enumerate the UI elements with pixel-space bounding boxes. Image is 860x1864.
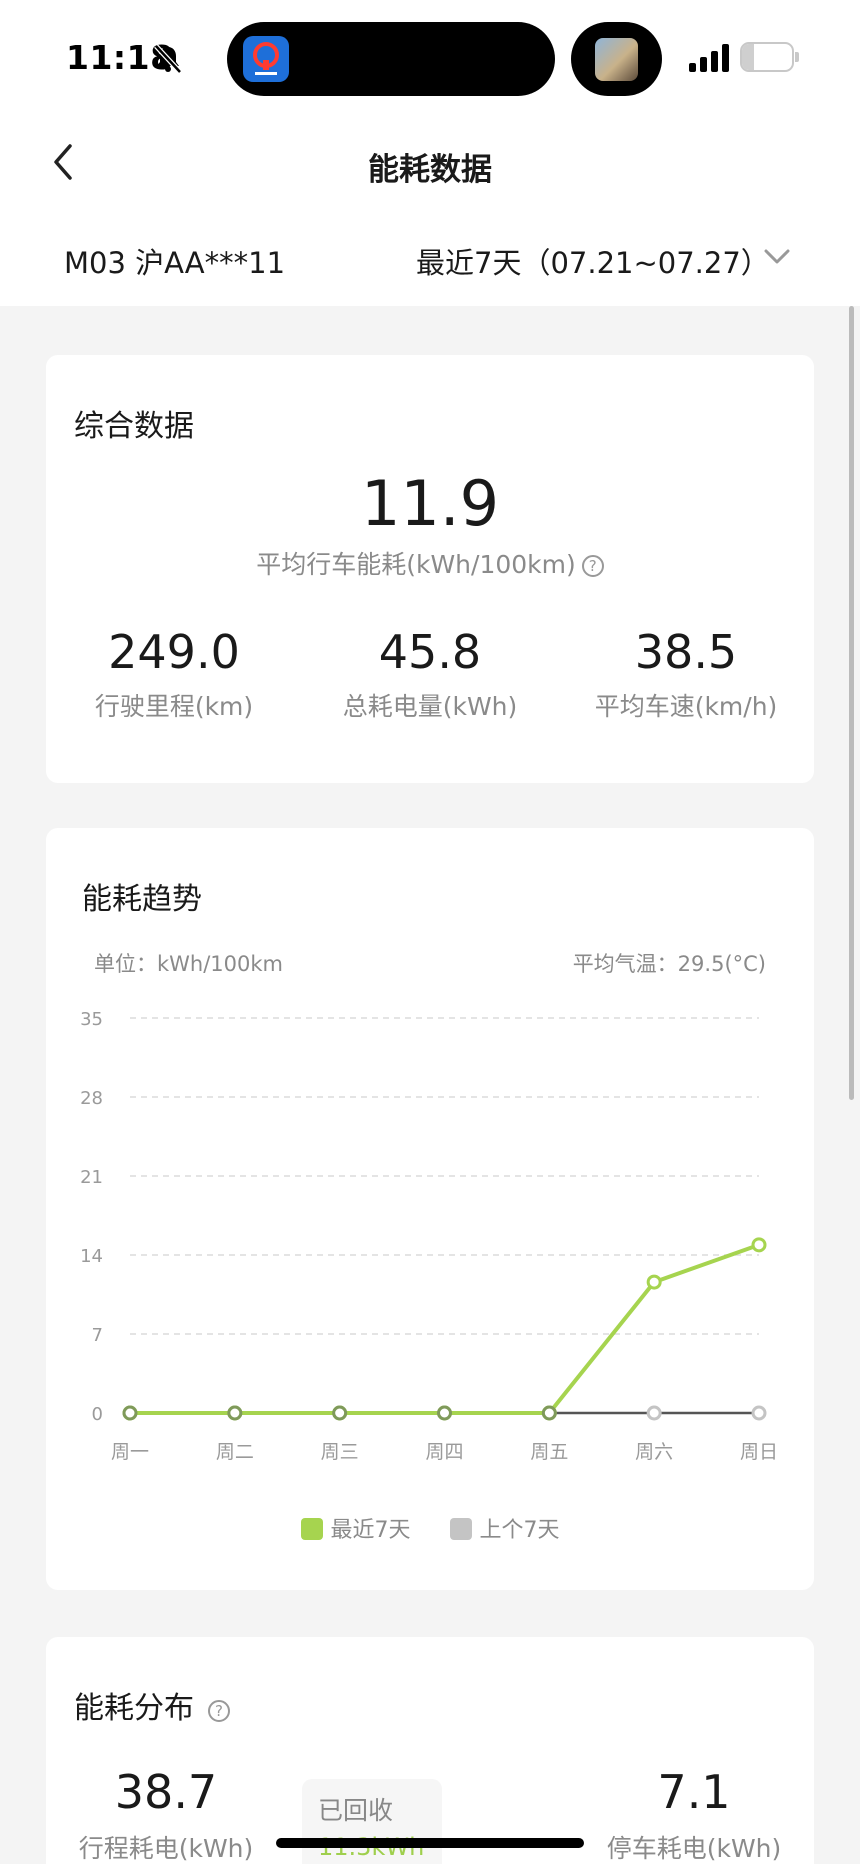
chart-legend: 最近7天 上个7天 <box>46 1512 814 1544</box>
distribution-title-row: 能耗分布? <box>74 1683 230 1727</box>
x-tick-label: 周日 <box>740 1441 778 1463</box>
trend-card: 能耗趋势 单位：kWh/100km 平均气温：29.5(°C) 0 7 14 21 28… <box>46 828 814 1590</box>
battery-icon: 23 <box>740 42 794 72</box>
recovered-energy-box: 已回收 11.3kWh <box>302 1779 442 1864</box>
parking-consumption-stat: 7.1 停车耗电(kWh) <box>574 1765 814 1864</box>
data-point <box>437 1405 452 1421</box>
battery-tip <box>795 52 799 62</box>
battery-level: 23 <box>753 45 781 69</box>
help-icon[interactable]: ? <box>581 555 604 577</box>
y-tick-label: 14 <box>80 1246 103 1267</box>
data-point <box>646 1274 662 1290</box>
x-tick-label: 周二 <box>216 1441 254 1463</box>
vehicle-selector[interactable]: M03 沪AA***11 <box>64 240 285 282</box>
stat-total-energy: 45.8 总耗电量(kWh) <box>302 625 558 723</box>
summary-title: 综合数据 <box>74 409 194 444</box>
y-tick-label: 35 <box>80 1009 103 1030</box>
legend-swatch <box>449 1518 472 1540</box>
data-point <box>646 1405 662 1421</box>
data-point <box>227 1405 243 1421</box>
distribution-title: 能耗分布 <box>74 1691 194 1726</box>
legend-item-current[interactable]: 最近7天 <box>300 1512 411 1544</box>
stat-label: 行驶里程(km) <box>94 692 254 721</box>
avg-consumption-value: 11.9 <box>360 467 500 540</box>
summary-card: 综合数据 11.9 平均行车能耗(kWh/100km)? 249.0 行驶里程(… <box>46 355 814 783</box>
media-thumbnail[interactable] <box>595 38 638 81</box>
y-tick-label: 21 <box>80 1167 103 1188</box>
recovered-label: 已回收 <box>318 1796 394 1825</box>
stat-value: 38.5 <box>634 625 738 679</box>
x-tick-label: 周六 <box>635 1441 673 1463</box>
data-point <box>122 1405 138 1421</box>
trip-consumption-stat: 38.7 行程耗电(kWh) <box>46 1765 286 1864</box>
trend-chart[interactable]: 0 7 14 21 28 35 周一 周二 周三 周四 周五 周六 周日 <box>46 828 814 1508</box>
avg-consumption-label-row: 平均行车能耗(kWh/100km)? <box>46 545 814 581</box>
data-point <box>751 1405 767 1421</box>
railway-app-icon[interactable] <box>243 36 289 82</box>
parking-consumption-label: 停车耗电(kWh) <box>606 1834 782 1863</box>
trip-consumption-label: 行程耗电(kWh) <box>78 1834 254 1863</box>
home-indicator[interactable] <box>276 1838 584 1848</box>
stat-value: 249.0 <box>108 625 240 679</box>
stat-label: 平均车速(km/h) <box>594 692 778 721</box>
x-tick-label: 周三 <box>321 1441 359 1463</box>
stat-mileage: 249.0 行驶里程(km) <box>46 625 302 723</box>
y-tick-label: 28 <box>80 1088 103 1109</box>
help-icon[interactable]: ? <box>208 1700 230 1722</box>
x-tick-label: 周四 <box>425 1441 463 1463</box>
data-point <box>541 1405 557 1421</box>
legend-label: 上个7天 <box>479 1518 560 1543</box>
legend-item-previous[interactable]: 上个7天 <box>449 1512 560 1544</box>
bell-off-icon <box>154 44 182 74</box>
stat-avg-speed: 38.5 平均车速(km/h) <box>558 625 814 723</box>
data-point <box>751 1237 767 1253</box>
cellular-signal-icon <box>689 44 729 72</box>
stat-value: 45.8 <box>378 625 482 679</box>
dynamic-island <box>227 22 555 96</box>
y-tick-label: 7 <box>92 1325 103 1346</box>
avg-consumption-label: 平均行车能耗(kWh/100km) <box>256 550 576 579</box>
page-title: 能耗数据 <box>368 152 492 188</box>
y-tick-label: 0 <box>92 1404 103 1425</box>
status-bar: 11:18 23 <box>0 0 860 110</box>
trip-consumption-value: 38.7 <box>114 1765 218 1819</box>
series-line-current <box>130 1242 760 1415</box>
x-tick-label: 周五 <box>530 1441 568 1463</box>
legend-label: 最近7天 <box>330 1518 411 1543</box>
legend-swatch <box>300 1518 323 1540</box>
date-range-selector[interactable]: 最近7天（07.21~07.27） <box>416 240 770 282</box>
data-point <box>332 1405 348 1421</box>
live-activity <box>571 22 662 96</box>
stat-label: 总耗电量(kWh) <box>342 692 518 721</box>
distribution-card: 能耗分布? 38.7 行程耗电(kWh) 已回收 11.3kWh 7.1 停车耗… <box>46 1637 814 1864</box>
scrollbar[interactable] <box>849 306 854 1100</box>
x-tick-label: 周一 <box>111 1441 149 1463</box>
chevron-down-icon[interactable] <box>762 247 792 267</box>
parking-consumption-value: 7.1 <box>657 1765 731 1819</box>
